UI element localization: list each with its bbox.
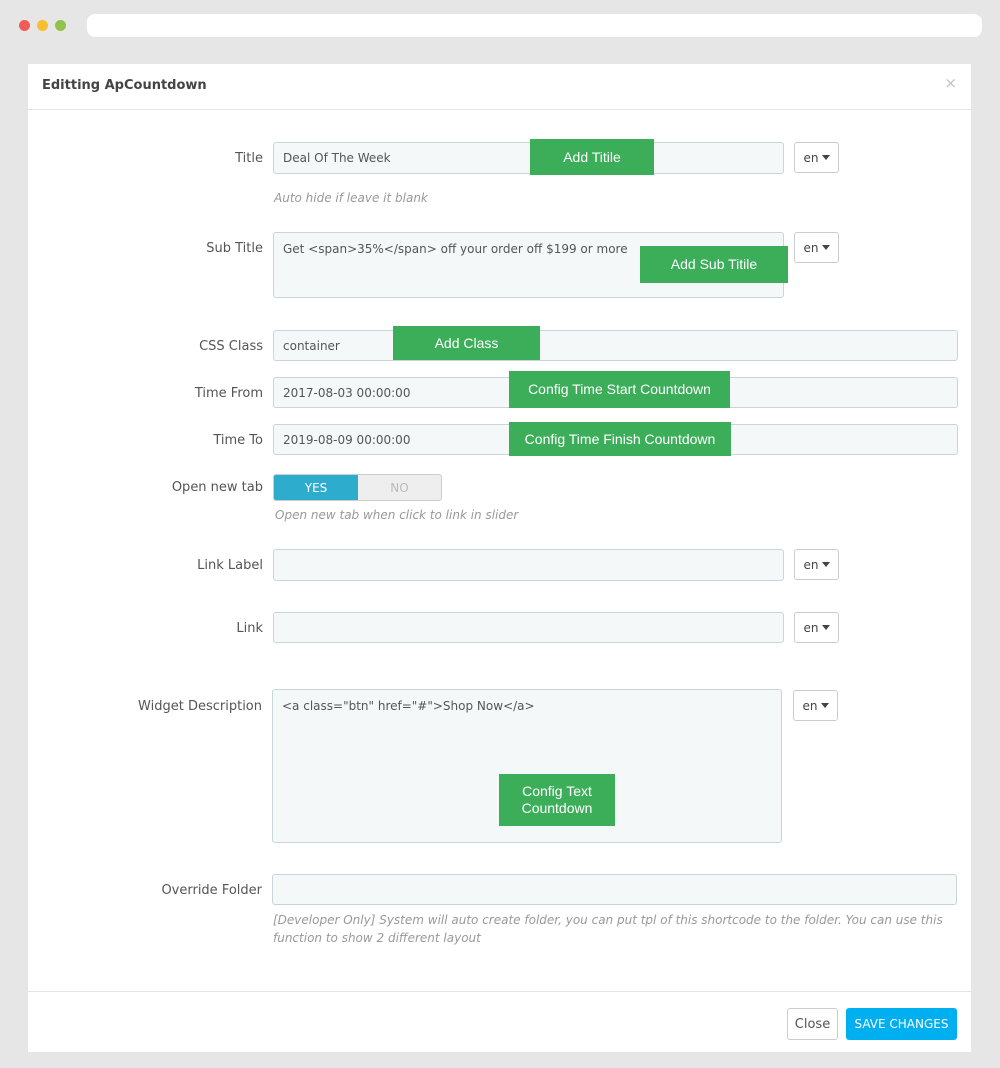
css-class-label: CSS Class [199, 339, 263, 354]
title-lang-select[interactable]: en [794, 142, 839, 173]
time-from-label: Time From [194, 386, 263, 401]
annotation-time-from: Config Time Start Countdown [509, 371, 730, 408]
annotation-sub-title: Add Sub Titile [640, 246, 788, 283]
link-label-lang-select[interactable]: en [794, 549, 839, 580]
window-maximize-dot[interactable] [55, 20, 66, 31]
title-lang-label: en [803, 150, 819, 165]
annotation-time-to: Config Time Finish Countdown [509, 422, 731, 456]
open-new-tab-toggle: YES NO [273, 474, 442, 501]
modal-title: Editting ApCountdown [42, 78, 207, 93]
link-label-lang-label: en [803, 557, 819, 572]
widget-description-label: Widget Description [138, 699, 262, 714]
open-new-tab-label: Open new tab [171, 480, 263, 495]
time-to-label: Time To [213, 433, 263, 448]
widget-description-lang-select[interactable]: en [793, 690, 838, 721]
modal-footer: Close SAVE CHANGES [28, 991, 971, 1052]
sub-title-label: Sub Title [206, 241, 263, 256]
caret-down-icon [821, 155, 830, 160]
window-minimize-dot[interactable] [37, 20, 48, 31]
annotation-title: Add Titile [530, 139, 654, 175]
window-close-dot[interactable] [19, 20, 30, 31]
edit-modal: Editting ApCountdown × Title Deal Of The… [28, 64, 971, 1052]
caret-down-icon [821, 245, 830, 250]
annotation-description: Config Text Countdown [499, 774, 615, 826]
link-lang-select[interactable]: en [794, 612, 839, 643]
modal-header: Editting ApCountdown × [28, 64, 971, 110]
toggle-no-option[interactable]: NO [358, 475, 441, 500]
widget-description-lang-label: en [802, 698, 818, 713]
caret-down-icon [820, 703, 829, 708]
sub-title-lang-select[interactable]: en [794, 232, 839, 263]
close-icon[interactable]: × [944, 76, 957, 91]
browser-chrome [0, 0, 1000, 48]
link-lang-label: en [803, 620, 819, 635]
link-label: Link [236, 621, 263, 636]
close-button[interactable]: Close [787, 1008, 838, 1040]
annotation-css-class: Add Class [393, 326, 540, 360]
link-input[interactable] [273, 612, 784, 643]
override-folder-input[interactable] [272, 874, 957, 905]
caret-down-icon [821, 625, 830, 630]
save-changes-button[interactable]: SAVE CHANGES [846, 1008, 957, 1040]
title-help: Auto hide if leave it blank [274, 191, 428, 205]
caret-down-icon [821, 562, 830, 567]
title-input[interactable]: Deal Of The Week [273, 142, 784, 174]
title-label: Title [235, 151, 263, 166]
link-label-input[interactable] [273, 549, 784, 581]
toggle-yes-option[interactable]: YES [274, 475, 358, 500]
override-folder-label: Override Folder [161, 883, 262, 898]
open-new-tab-help: Open new tab when click to link in slide… [275, 508, 519, 522]
override-folder-help: [Developer Only] System will auto create… [273, 913, 943, 945]
css-class-input[interactable]: container [273, 330, 958, 361]
link-label-label: Link Label [197, 558, 263, 573]
sub-title-lang-label: en [803, 240, 819, 255]
address-bar[interactable] [87, 14, 982, 37]
